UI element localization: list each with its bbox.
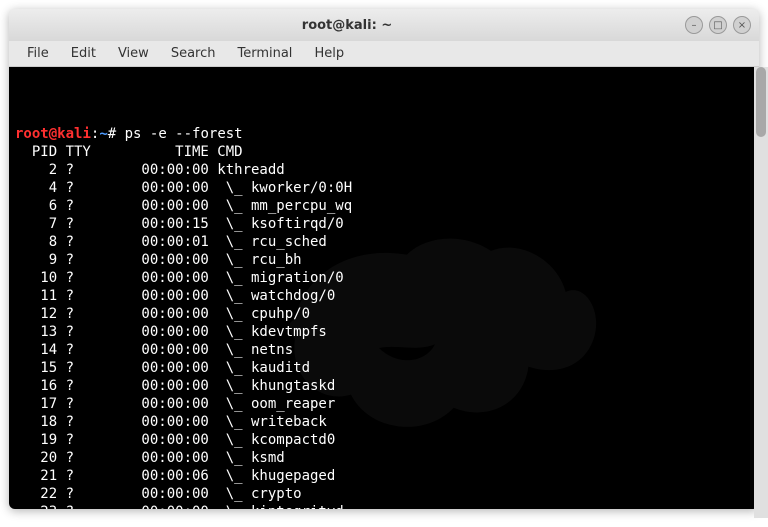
menu-file[interactable]: File	[17, 43, 59, 64]
prompt-hash: #	[108, 126, 125, 142]
process-row: 10 ? 00:00:00 \_ migration/0	[15, 269, 753, 287]
process-list: 2 ? 00:00:00 kthreadd 4 ? 00:00:00 \_ kw…	[15, 161, 753, 509]
prompt-user: root	[15, 126, 49, 142]
terminal-lines: root@kali:~# ps -e --forest PID TTY TIME…	[15, 125, 753, 509]
ps-header: PID TTY TIME CMD	[15, 143, 753, 161]
close-button[interactable]: ×	[733, 16, 751, 34]
process-row: 9 ? 00:00:00 \_ rcu_bh	[15, 251, 753, 269]
titlebar[interactable]: root@kali: ~ – □ ×	[9, 9, 759, 41]
window-title: root@kali: ~	[9, 18, 685, 33]
process-row: 15 ? 00:00:00 \_ kauditd	[15, 359, 753, 377]
process-row: 7 ? 00:00:15 \_ ksoftirqd/0	[15, 215, 753, 233]
process-row: 8 ? 00:00:01 \_ rcu_sched	[15, 233, 753, 251]
window-buttons: – □ ×	[685, 16, 759, 34]
process-row: 17 ? 00:00:00 \_ oom_reaper	[15, 395, 753, 413]
process-row: 13 ? 00:00:00 \_ kdevtmpfs	[15, 323, 753, 341]
prompt-host: kali	[57, 126, 91, 142]
terminal-window: root@kali: ~ – □ × File Edit View Search…	[9, 9, 759, 509]
process-row: 6 ? 00:00:00 \_ mm_percpu_wq	[15, 197, 753, 215]
prompt-at: @	[49, 126, 57, 142]
process-row: 20 ? 00:00:00 \_ ksmd	[15, 449, 753, 467]
minimize-button[interactable]: –	[685, 16, 703, 34]
menu-terminal[interactable]: Terminal	[227, 43, 302, 64]
command-text: ps -e --forest	[125, 126, 243, 142]
menu-help[interactable]: Help	[304, 43, 354, 64]
process-row: 11 ? 00:00:00 \_ watchdog/0	[15, 287, 753, 305]
menu-search[interactable]: Search	[161, 43, 226, 64]
prompt-path: ~	[99, 126, 107, 142]
menu-view[interactable]: View	[108, 43, 159, 64]
process-row: 4 ? 00:00:00 \_ kworker/0:0H	[15, 179, 753, 197]
process-row: 14 ? 00:00:00 \_ netns	[15, 341, 753, 359]
process-row: 18 ? 00:00:00 \_ writeback	[15, 413, 753, 431]
process-row: 23 ? 00:00:00 \_ kintegrityd	[15, 503, 753, 509]
process-row: 16 ? 00:00:00 \_ khungtaskd	[15, 377, 753, 395]
terminal-output[interactable]: root@kali:~# ps -e --forest PID TTY TIME…	[9, 67, 759, 509]
menu-edit[interactable]: Edit	[61, 43, 106, 64]
scrollbar-thumb[interactable]	[756, 67, 766, 137]
maximize-button[interactable]: □	[709, 16, 727, 34]
process-row: 21 ? 00:00:06 \_ khugepaged	[15, 467, 753, 485]
process-row: 12 ? 00:00:00 \_ cpuhp/0	[15, 305, 753, 323]
menubar: File Edit View Search Terminal Help	[9, 41, 759, 67]
process-row: 22 ? 00:00:00 \_ crypto	[15, 485, 753, 503]
process-row: 2 ? 00:00:00 kthreadd	[15, 161, 753, 179]
scrollbar[interactable]	[754, 67, 768, 518]
process-row: 19 ? 00:00:00 \_ kcompactd0	[15, 431, 753, 449]
